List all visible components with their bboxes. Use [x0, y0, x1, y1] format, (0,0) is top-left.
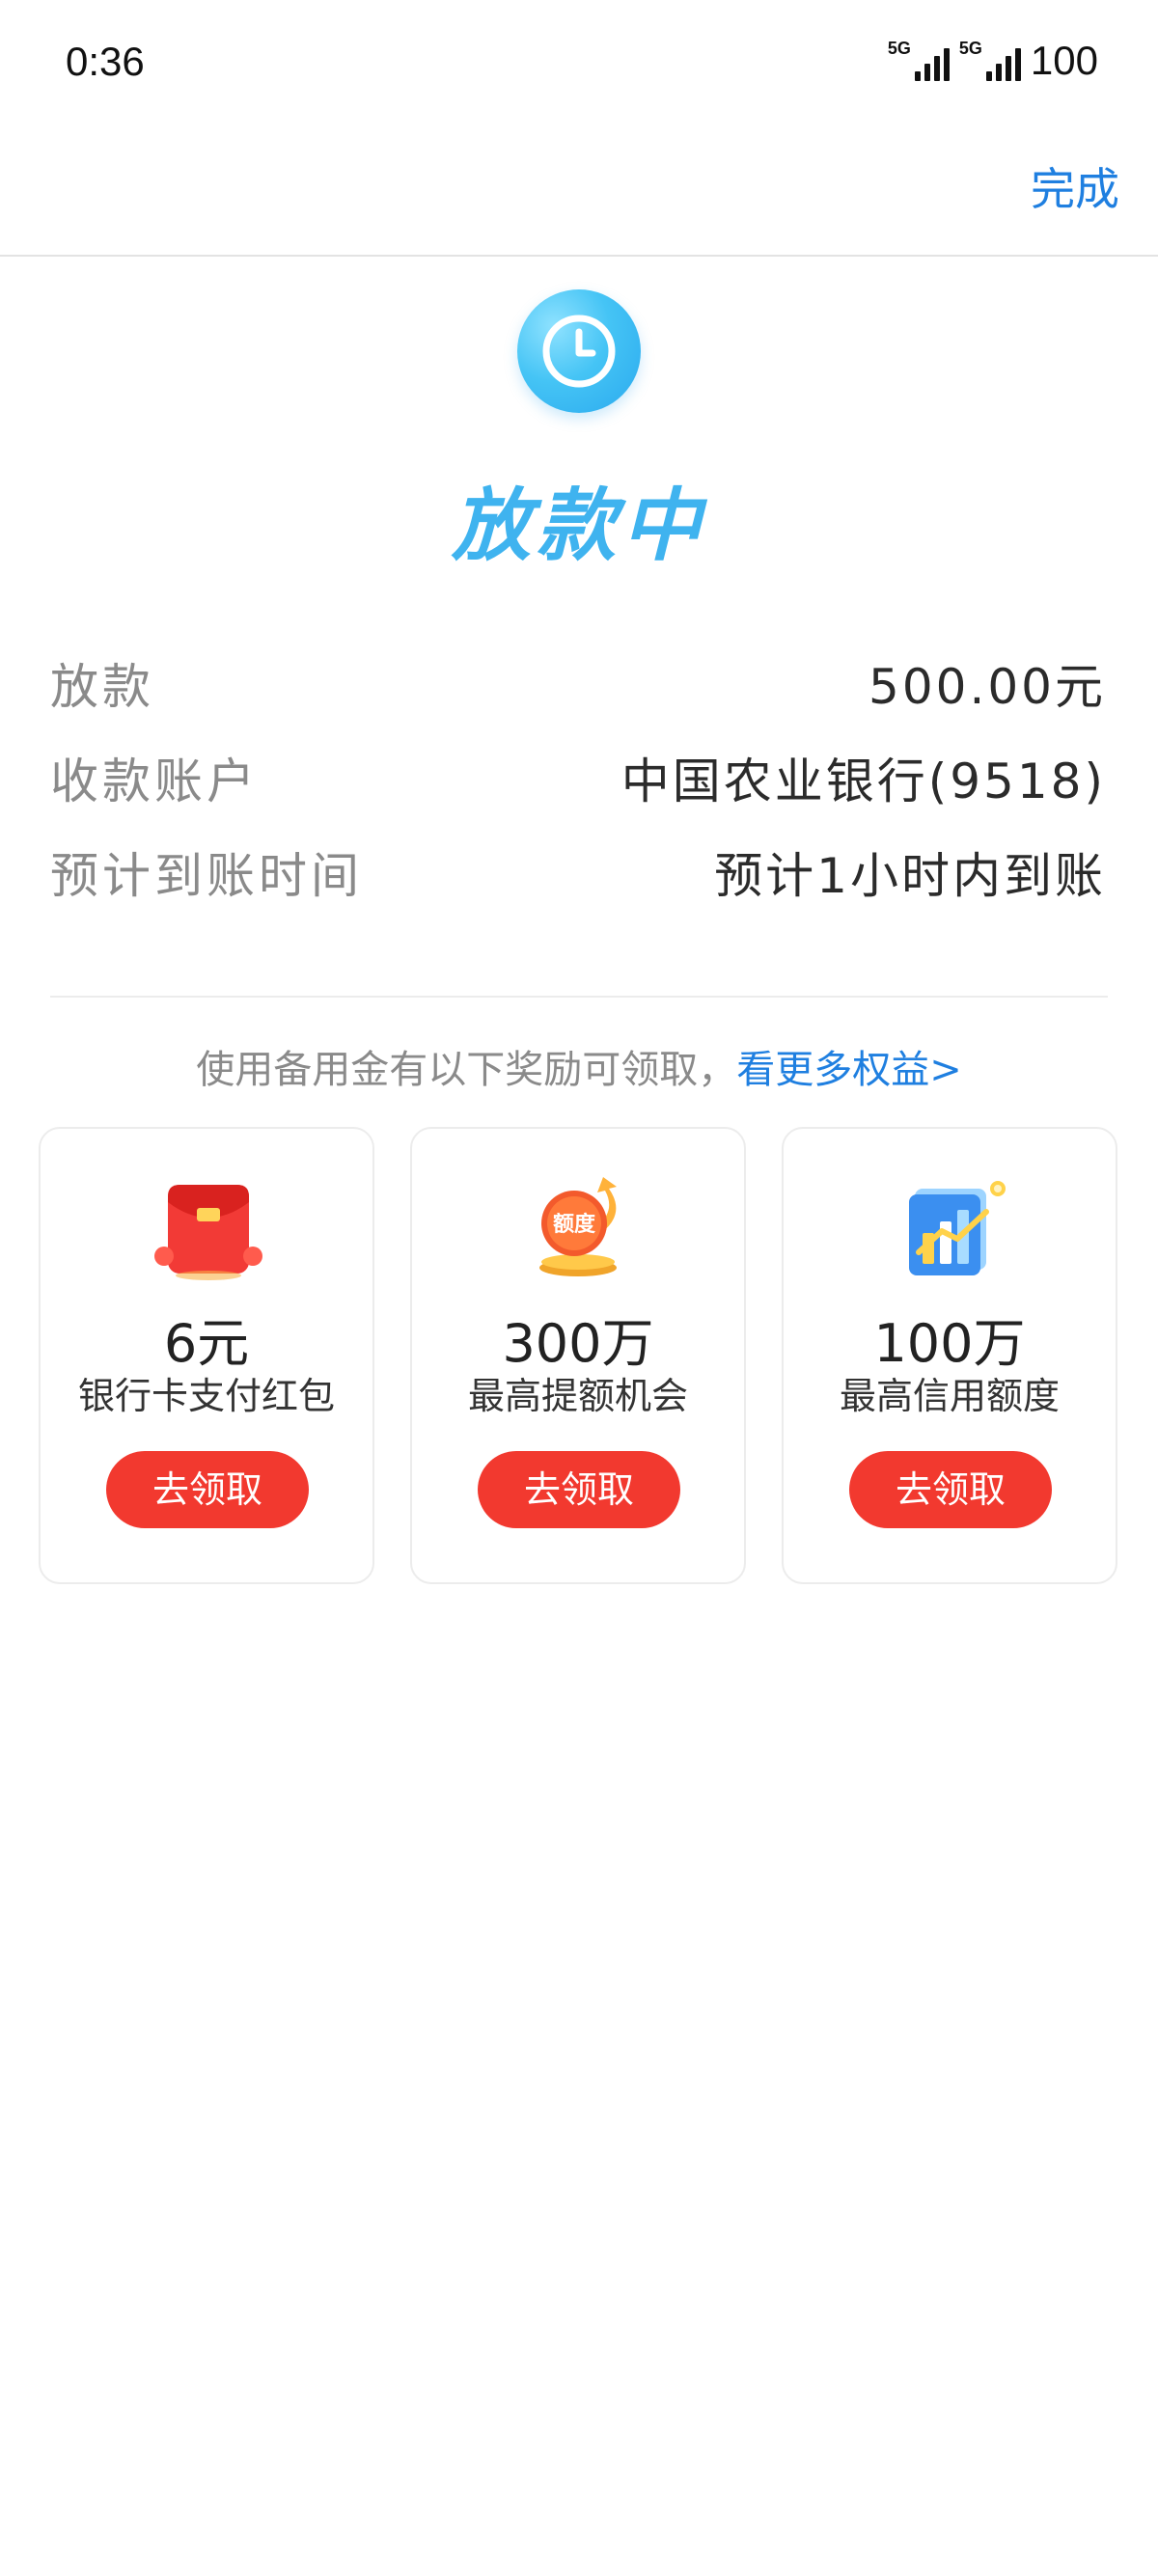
reward-card-credit-limit: 额度 300万 最高提额机会 去领取	[410, 1127, 746, 1584]
detail-value: 500.00元	[868, 659, 1106, 715]
signal-icon: 5G	[958, 39, 1021, 81]
header-bar: 完成	[0, 131, 1158, 257]
loan-status-page: 0:36 5G 5G 100 完成 放款中 放款 500.00元 收款账户 中国	[0, 0, 1158, 2576]
red-envelope-icon	[151, 1175, 266, 1281]
bar-chart-icon	[894, 1175, 1009, 1281]
credit-limit-icon: 额度	[522, 1175, 638, 1281]
benefits-intro: 使用备用金有以下奖励可领取，看更多权益>	[0, 1038, 1158, 1094]
signal-icon: 5G	[887, 39, 950, 81]
more-benefits-link[interactable]: 看更多权益>	[736, 1048, 962, 1092]
divider	[50, 996, 1108, 998]
detail-value: 预计1小时内到账	[714, 848, 1106, 904]
reward-description: 最高信用额度	[839, 1375, 1060, 1417]
status-bar: 0:36 5G 5G 100	[0, 0, 1158, 131]
detail-value: 中国农业银行(9518)	[620, 754, 1106, 809]
reward-card-red-envelope: 6元 银行卡支付红包 去领取	[39, 1127, 374, 1584]
done-button[interactable]: 完成	[1031, 154, 1119, 218]
network-type-label: 5G	[958, 39, 982, 58]
reward-card-credit-line: 100万 最高信用额度 去领取	[782, 1127, 1117, 1584]
detail-row-arrival-time: 预计到账时间 预计1小时内到账	[50, 837, 1106, 905]
detail-label: 预计到账时间	[50, 848, 363, 904]
reward-description: 最高提额机会	[467, 1375, 688, 1417]
clock-icon	[517, 289, 641, 413]
benefits-intro-text: 使用备用金有以下奖励可领取，	[196, 1048, 737, 1092]
reward-description: 银行卡支付红包	[77, 1375, 335, 1417]
network-type-label: 5G	[887, 39, 911, 58]
detail-label: 放款	[50, 659, 154, 715]
battery-level: 100	[1030, 38, 1098, 83]
status-indicators: 5G 5G 100	[887, 38, 1098, 83]
status-title: 放款中	[452, 480, 706, 572]
detail-label: 收款账户	[50, 754, 259, 809]
claim-button[interactable]: 去领取	[849, 1451, 1052, 1528]
claim-button[interactable]: 去领取	[106, 1451, 309, 1528]
detail-row-account: 收款账户 中国农业银行(9518)	[50, 743, 1106, 810]
credit-limit-badge: 额度	[553, 1212, 596, 1237]
detail-row-amount: 放款 500.00元	[50, 648, 1106, 716]
status-time: 0:36	[66, 39, 145, 84]
claim-button[interactable]: 去领取	[478, 1451, 680, 1528]
